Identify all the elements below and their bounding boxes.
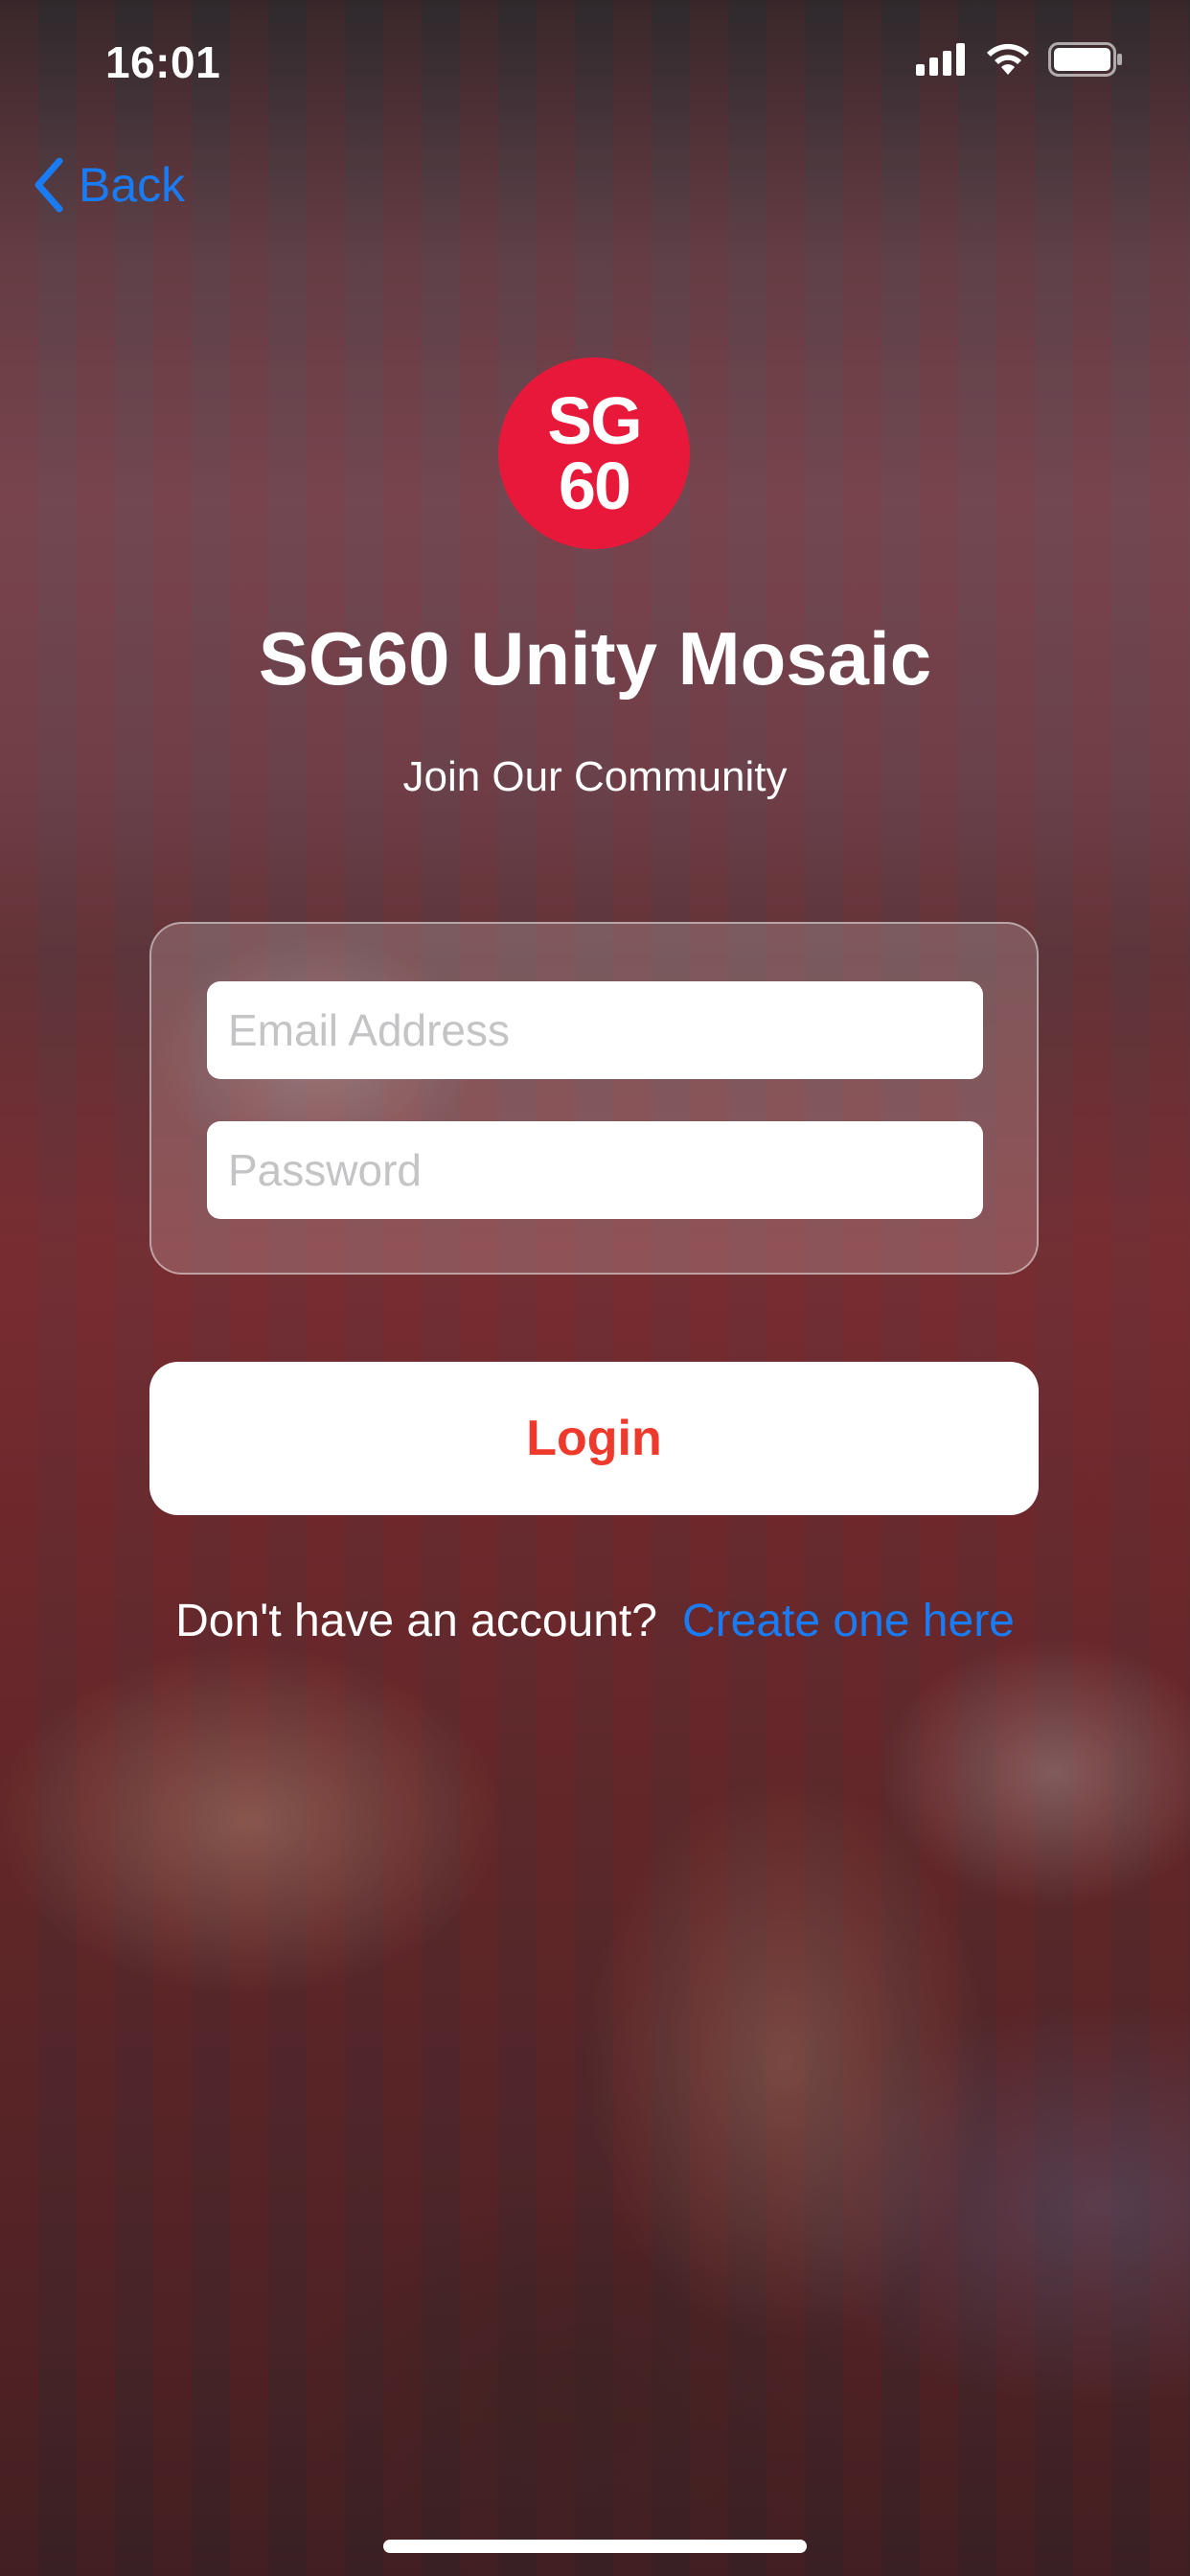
app-subtitle: Join Our Community [402, 753, 788, 800]
signup-row: Don't have an account? Create one here [0, 1595, 1190, 1647]
create-account-link[interactable]: Create one here [682, 1596, 1015, 1646]
status-bar: 16:01 [0, 0, 1190, 134]
login-screen: 16:01 Back SG 60 SG60 Unity Mosaic Join … [0, 0, 1190, 2576]
app-title: SG60 Unity Mosaic [258, 616, 932, 701]
back-button[interactable]: Back [33, 157, 185, 213]
back-label: Back [79, 158, 186, 212]
cellular-signal-icon [916, 43, 965, 76]
email-field[interactable] [207, 981, 983, 1079]
login-form-card [149, 922, 1039, 1275]
status-time: 16:01 [105, 37, 221, 87]
status-icons [916, 42, 1123, 77]
signup-prompt: Don't have an account? [175, 1596, 657, 1646]
login-button[interactable]: Login [149, 1362, 1039, 1515]
battery-icon [1048, 42, 1122, 77]
home-indicator[interactable] [383, 2540, 807, 2553]
sg60-logo: SG 60 [498, 357, 690, 549]
chevron-left-icon [34, 157, 63, 213]
logo-line-1: SG [547, 383, 642, 458]
logo-line-2: 60 [559, 448, 631, 523]
wifi-icon [987, 43, 1029, 75]
password-field[interactable] [207, 1121, 983, 1219]
